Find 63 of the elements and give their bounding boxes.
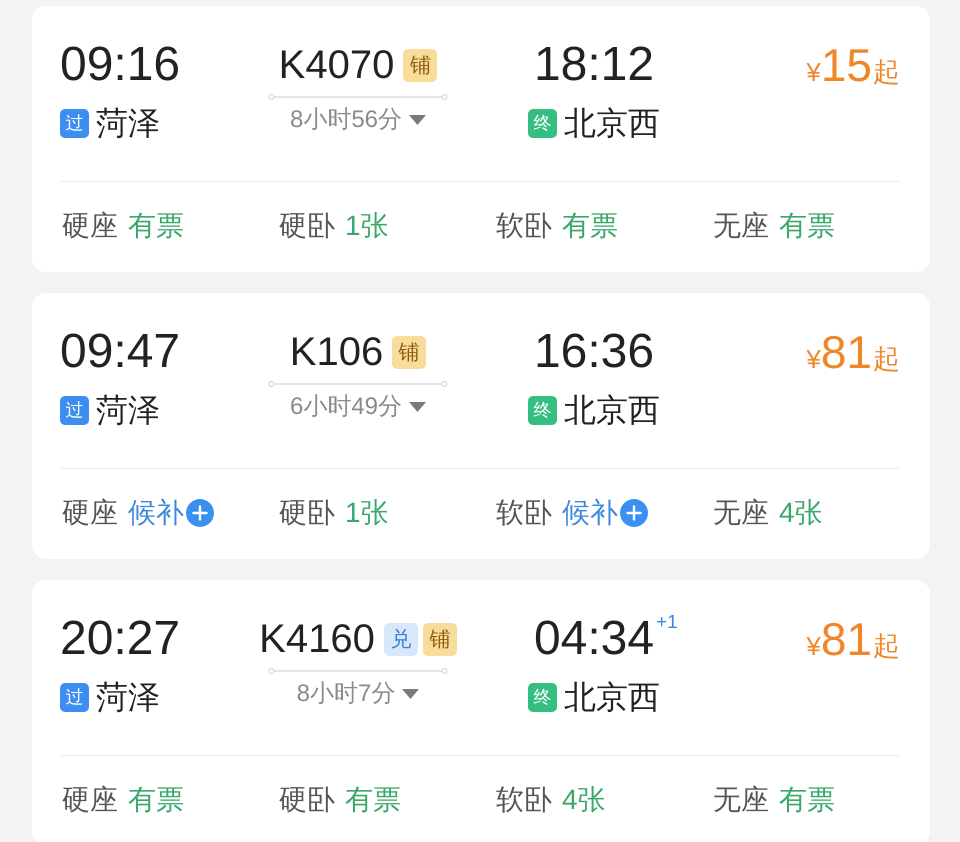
station-name: 北京西: [564, 392, 660, 428]
departure-time: 09:47: [60, 325, 180, 379]
station-name: 菏泽: [96, 392, 160, 428]
departure-time: 09:16: [60, 38, 180, 92]
train-number: K4160: [259, 616, 375, 663]
arrival-time: 04:34: [534, 612, 654, 666]
seat-class: 硬卧: [279, 783, 335, 817]
duration-button[interactable]: 8小时7分: [296, 679, 420, 709]
station-type-tag: 终: [528, 682, 557, 712]
seat-availability: 1张: [345, 496, 389, 530]
waitlist-button[interactable]: 候补: [128, 495, 214, 531]
price-text: ¥15起: [806, 38, 900, 93]
station-type-tag: 过: [60, 396, 89, 424]
seat-availability: 有票: [128, 783, 184, 817]
train-card[interactable]: 09:47 过 菏泽 K106 铺 6小时49分 16:36 终 北京西 ¥81起 硬座 候补 硬卧 1张 软卧 候补 无座 4张: [32, 293, 930, 559]
duration-button[interactable]: 6小时49分: [290, 392, 426, 422]
seat-class: 硬座: [62, 496, 118, 530]
seat-class: 硬座: [62, 783, 118, 817]
station-type-tag: 终: [528, 108, 557, 138]
arrival-time: 16:36: [534, 325, 654, 379]
seat-class: 硬座: [62, 209, 118, 243]
seat-availability: 有票: [779, 209, 835, 243]
seat-class: 无座: [713, 496, 769, 530]
seat-availability: 4张: [779, 496, 823, 530]
caret-down-icon[interactable]: [409, 115, 426, 125]
station-type-tag: 过: [60, 682, 89, 712]
plus-circle-icon[interactable]: [186, 499, 214, 527]
train-number: K106: [290, 329, 384, 376]
waitlist-button[interactable]: 候补: [562, 495, 648, 531]
train-tag: 兑: [384, 622, 418, 656]
caret-down-icon[interactable]: [409, 402, 426, 412]
station-name: 北京西: [564, 679, 660, 715]
seat-availability: 有票: [128, 209, 184, 243]
seat-availability: 有票: [562, 209, 618, 243]
seat-availability: 4张: [562, 783, 606, 817]
seat-class: 硬卧: [279, 209, 335, 243]
caret-down-icon[interactable]: [402, 689, 420, 699]
train-card[interactable]: 09:16 过 菏泽 K4070 铺 8小时56分 18:12 终 北京西 ¥15起 硬座 有票 硬卧 1张 软卧 有票 无座 有票: [32, 6, 930, 272]
train-tag: 铺: [422, 622, 457, 656]
station-name: 菏泽: [96, 105, 160, 141]
station-name: 北京西: [564, 105, 660, 141]
train-tag: 铺: [403, 48, 438, 82]
seat-class: 软卧: [496, 209, 552, 243]
seat-availability: 有票: [779, 783, 835, 817]
seat-class: 无座: [713, 783, 769, 817]
seat-class: 软卧: [496, 783, 552, 817]
train-tag: 铺: [392, 336, 426, 368]
seat-availability: 1张: [345, 209, 389, 243]
arrival-time: 18:12: [534, 38, 654, 92]
seat-availability: 有票: [345, 783, 401, 817]
price-text: ¥81起: [806, 612, 900, 667]
price-text: ¥81起: [806, 325, 900, 380]
station-type-tag: 终: [528, 396, 557, 424]
duration-button[interactable]: 8小时56分: [290, 105, 426, 135]
seat-class: 硬卧: [279, 496, 335, 530]
station-type-tag: 过: [60, 108, 89, 138]
train-number: K4070: [278, 42, 394, 89]
plus-circle-icon[interactable]: [620, 499, 648, 527]
seat-class: 软卧: [496, 496, 552, 530]
seat-class: 无座: [713, 209, 769, 243]
station-name: 菏泽: [96, 679, 160, 715]
next-day-mark: +1: [656, 613, 678, 633]
departure-time: 20:27: [60, 612, 180, 666]
